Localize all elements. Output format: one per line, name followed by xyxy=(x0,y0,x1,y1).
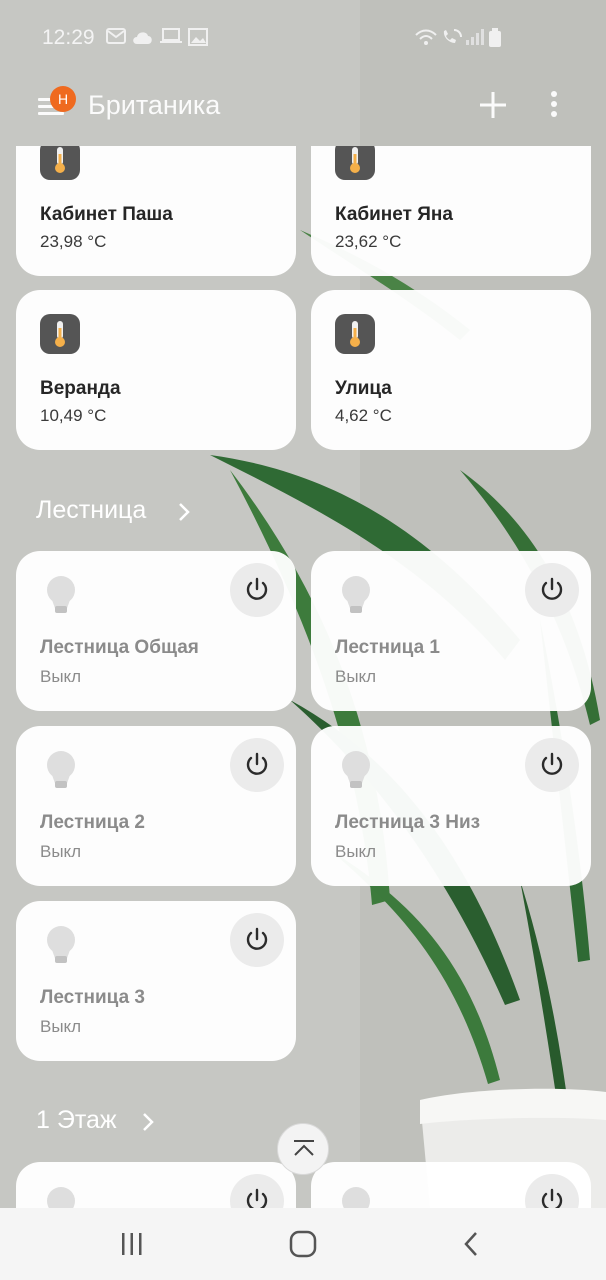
section-title-floor-1[interactable]: 1 Этаж xyxy=(36,1106,117,1135)
device-name: Лестница 3 xyxy=(40,987,146,1008)
chevron-right-icon[interactable] xyxy=(177,502,191,522)
page-title: Британика xyxy=(88,90,221,120)
sensor-card[interactable]: Кабинет Яна 23,62 °C xyxy=(311,146,591,276)
light-card[interactable] xyxy=(16,1162,296,1208)
device-name: Лестница 3 Низ xyxy=(335,812,481,833)
more-vertical-icon[interactable] xyxy=(540,86,568,122)
power-icon xyxy=(541,1188,563,1208)
power-button[interactable] xyxy=(230,1174,284,1208)
sensor-name: Кабинет Паша xyxy=(40,204,173,225)
status-bar: 12:29 xyxy=(0,0,606,76)
plus-icon[interactable] xyxy=(476,88,510,122)
battery-icon xyxy=(489,28,501,47)
thermometer-icon xyxy=(40,146,80,180)
device-state: Выкл xyxy=(335,842,377,861)
bulb-icon xyxy=(342,751,370,788)
status-time: 12:29 xyxy=(42,26,95,49)
system-nav-bar xyxy=(0,1208,606,1280)
power-button[interactable] xyxy=(230,563,284,617)
light-card[interactable]: Лестница 3 Низ Выкл xyxy=(311,726,591,886)
section-title-stairs[interactable]: Лестница xyxy=(36,496,146,525)
sensor-value: 10,49 °C xyxy=(40,406,107,425)
bulb-icon xyxy=(47,926,75,963)
power-icon xyxy=(541,577,563,600)
device-state: Выкл xyxy=(40,842,82,861)
sensor-card[interactable]: Кабинет Паша 23,98 °C xyxy=(16,146,296,276)
device-state: Выкл xyxy=(335,667,377,686)
light-card[interactable]: Лестница 3 Выкл xyxy=(16,901,296,1061)
device-list[interactable]: Кабинет Паша 23,98 °C Кабинет Яна 23,62 … xyxy=(0,146,606,1208)
wifi-call-icon xyxy=(443,29,462,43)
power-button[interactable] xyxy=(230,738,284,792)
device-state: Выкл xyxy=(40,1017,82,1036)
chevron-right-icon[interactable] xyxy=(141,1112,155,1132)
sensor-name: Улица xyxy=(335,378,392,399)
back-icon[interactable] xyxy=(460,1230,484,1258)
wifi-icon xyxy=(415,29,437,45)
light-card[interactable] xyxy=(311,1162,591,1208)
thermometer-icon xyxy=(335,314,375,354)
bulb-icon xyxy=(47,1187,75,1208)
sensor-name: Кабинет Яна xyxy=(335,204,453,225)
gmail-icon xyxy=(106,28,126,44)
power-icon xyxy=(246,1188,268,1208)
sensor-value: 4,62 °C xyxy=(335,406,392,425)
thermometer-icon xyxy=(40,314,80,354)
sensor-card[interactable]: Улица 4,62 °C xyxy=(311,290,591,450)
bulb-icon xyxy=(47,751,75,788)
sensor-name: Веранда xyxy=(40,378,121,399)
recent-apps-icon[interactable] xyxy=(118,1230,146,1258)
power-button[interactable] xyxy=(525,738,579,792)
laptop-icon xyxy=(160,28,182,43)
power-button[interactable] xyxy=(525,563,579,617)
device-state: Выкл xyxy=(40,667,82,686)
signal-icon xyxy=(466,29,484,45)
cloud-icon xyxy=(133,32,152,44)
scroll-up-icon xyxy=(294,1140,314,1156)
notification-badge: H xyxy=(50,86,76,112)
bulb-icon xyxy=(47,576,75,613)
device-name: Лестница 2 xyxy=(40,812,146,833)
power-icon xyxy=(246,927,268,950)
power-button[interactable] xyxy=(525,1174,579,1208)
light-card[interactable]: Лестница Общая Выкл xyxy=(16,551,296,711)
thermometer-icon xyxy=(335,146,375,180)
light-card[interactable]: Лестница 1 Выкл xyxy=(311,551,591,711)
device-name: Лестница Общая xyxy=(40,637,199,658)
power-icon xyxy=(246,752,268,775)
home-icon[interactable] xyxy=(288,1230,318,1258)
image-icon xyxy=(188,28,208,46)
bulb-icon xyxy=(342,576,370,613)
power-icon xyxy=(541,752,563,775)
sensor-value: 23,62 °C xyxy=(335,232,402,251)
light-card[interactable]: Лестница 2 Выкл xyxy=(16,726,296,886)
power-button[interactable] xyxy=(230,913,284,967)
sensor-value: 23,98 °C xyxy=(40,232,107,251)
power-icon xyxy=(246,577,268,600)
sensor-card[interactable]: Веранда 10,49 °C xyxy=(16,290,296,450)
device-name: Лестница 1 xyxy=(335,637,441,658)
app-header: Британика xyxy=(0,76,606,146)
bulb-icon xyxy=(342,1187,370,1208)
scroll-to-top-button[interactable] xyxy=(277,1123,329,1175)
